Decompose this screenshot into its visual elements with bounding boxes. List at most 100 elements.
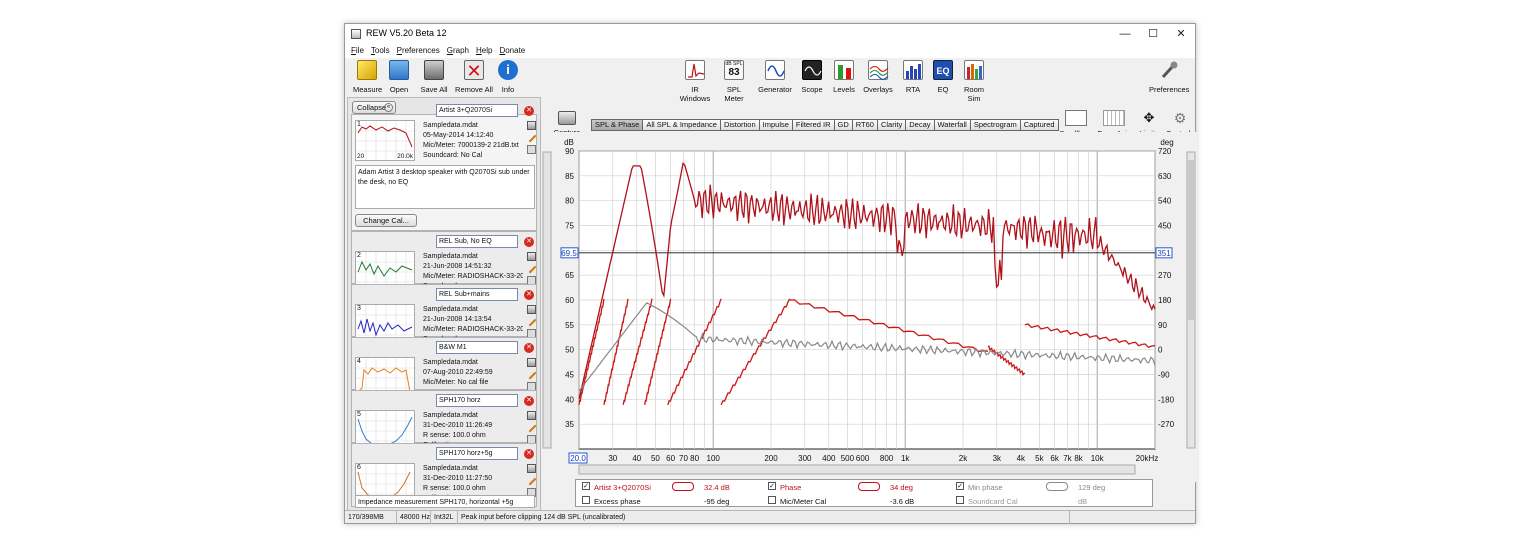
line-style-icon[interactable] (858, 482, 880, 491)
graph-tab[interactable]: RT60 (852, 119, 878, 131)
overlays-button[interactable]: Overlays (863, 60, 893, 94)
pencil-icon[interactable] (526, 132, 537, 143)
legend-checkbox[interactable]: ✓ (768, 482, 776, 490)
remove-measurement-icon[interactable]: ✕ (524, 106, 534, 116)
graph-tab[interactable]: SPL & Phase (591, 119, 644, 131)
x-tick-label: 100 (707, 454, 721, 463)
measurement-item[interactable]: B&W M1✕42020.0kSampledata.mdat07-Aug-201… (351, 337, 537, 398)
graph-icon[interactable] (527, 121, 536, 130)
menu-bar: File Tools Preferences Graph Help Donate (345, 44, 1195, 58)
collapse-button[interactable]: Collapse « (352, 101, 396, 114)
window-title: REW V5.20 Beta 12 (366, 28, 447, 38)
pencil-icon[interactable] (526, 263, 537, 274)
graph-tab[interactable]: Filtered IR (792, 119, 835, 131)
remove-all-button[interactable]: ✕ Remove All (455, 60, 493, 94)
preferences-button[interactable]: Preferences (1149, 60, 1189, 94)
measurement-thumbnail[interactable]: 1 20 20.0k (355, 120, 415, 161)
measure-button[interactable]: Measure (353, 60, 382, 94)
remove-measurement-icon[interactable]: ✕ (524, 396, 534, 406)
x-tick-label: 50 (651, 454, 660, 463)
graph-icon[interactable] (527, 252, 536, 261)
rta-button[interactable]: RTA (903, 60, 923, 94)
close-window-button[interactable]: ✕ (1167, 24, 1195, 44)
graph-icon[interactable] (527, 358, 536, 367)
levels-button[interactable]: Levels (831, 60, 857, 94)
legend-checkbox[interactable] (768, 496, 776, 504)
right-scroll-thumb[interactable] (1188, 160, 1194, 320)
horizontal-scrollbar[interactable] (578, 464, 1136, 475)
legend-checkbox[interactable] (956, 496, 964, 504)
graph-tabs: SPL & Phase All SPL & Impedance Distortion… (591, 119, 1059, 131)
scope-button[interactable]: Scope (800, 60, 824, 94)
measurement-notes[interactable]: Impedance measurement SPH170, horizontal… (355, 495, 535, 508)
graph-tab[interactable]: Captured (1020, 119, 1059, 131)
info-button[interactable]: i Info (497, 60, 519, 94)
measurement-name-field[interactable]: SPH170 horz (436, 394, 518, 407)
menu-preferences[interactable]: Preferences (397, 44, 440, 58)
line-style-icon[interactable] (672, 482, 694, 491)
y2-tick-label: 0 (1158, 346, 1163, 355)
menu-help[interactable]: Help (476, 44, 492, 58)
menu-graph[interactable]: Graph (447, 44, 469, 58)
graph-tab[interactable]: Impulse (759, 119, 793, 131)
minimize-button[interactable]: — (1111, 24, 1139, 44)
measurement-info-line: Sampledata.mdat (423, 306, 478, 313)
spl-phase-graph[interactable]: 9085807570656055504540357206305404503602… (541, 132, 1197, 482)
remove-measurement-icon[interactable]: ✕ (524, 290, 534, 300)
menu-tools[interactable]: Tools (371, 44, 390, 58)
graph-tab[interactable]: Decay (906, 119, 935, 131)
graph-tab[interactable]: Distortion (720, 119, 760, 131)
graph-icon[interactable] (527, 464, 536, 473)
x-tick-label: 800 (880, 454, 894, 463)
measurement-name-field[interactable]: SPH170 horz+5g (436, 447, 518, 460)
remove-measurement-icon[interactable]: ✕ (524, 449, 534, 459)
legend-checkbox[interactable]: ✓ (956, 482, 964, 490)
remove-measurement-icon[interactable]: ✕ (524, 237, 534, 247)
pencil-icon[interactable] (526, 475, 537, 486)
notes-icon[interactable] (527, 145, 536, 154)
graph-icon[interactable] (527, 411, 536, 420)
left-scrollbar[interactable] (542, 151, 552, 449)
open-button[interactable]: Open (387, 60, 411, 94)
scrollbars-icon (1065, 110, 1087, 126)
pencil-icon[interactable] (526, 369, 537, 380)
maximize-button[interactable]: ☐ (1139, 24, 1167, 44)
generator-button[interactable]: Generator (757, 60, 793, 94)
remove-measurement-icon[interactable]: ✕ (524, 343, 534, 353)
measurement-item[interactable]: REL Sub+mains✕3202.0kSampledata.mdat21-J… (351, 284, 537, 345)
y2-tick-label: -270 (1158, 420, 1175, 429)
measurement-notes[interactable]: Adam Artist 3 desktop speaker with Q2070… (355, 165, 535, 209)
graph-tab[interactable]: GD (834, 119, 853, 131)
room-sim-button[interactable]: Room Sim (958, 60, 990, 103)
save-all-button[interactable]: Save All (419, 60, 449, 94)
ir-windows-button[interactable]: IR Windows (676, 60, 714, 103)
measurement-name-field[interactable]: B&W M1 (436, 341, 518, 354)
menu-donate[interactable]: Donate (499, 44, 525, 58)
room-sim-icon (964, 60, 984, 80)
graph-tab[interactable]: Spectrogram (970, 119, 1021, 131)
pencil-icon[interactable] (526, 422, 537, 433)
y-tick-label: 50 (565, 346, 574, 355)
measurement-item[interactable]: Artist 3+Q2070Si ✕ 1 20 20.0k Sampledata.mdat… (351, 104, 537, 231)
eq-button[interactable]: EQ EQ (933, 60, 953, 94)
measurement-name-field[interactable]: REL Sub, No EQ (436, 235, 518, 248)
measurement-name-field[interactable]: REL Sub+mains (436, 288, 518, 301)
legend-checkbox[interactable] (582, 496, 590, 504)
pencil-icon[interactable] (526, 316, 537, 327)
measurement-item[interactable]: REL Sub, No EQ✕220200Sampledata.mdat21-J… (351, 231, 537, 292)
measurement-actions (526, 121, 537, 159)
legend-checkbox[interactable]: ✓ (582, 482, 590, 490)
graph-tab[interactable]: Waterfall (934, 119, 971, 131)
menu-file[interactable]: File (351, 44, 364, 58)
graph-tab[interactable]: Clarity (877, 119, 907, 131)
measurement-item[interactable]: SPH170 horz✕52020.0kSampledata.mdat31-De… (351, 390, 537, 451)
graph-icon[interactable] (527, 305, 536, 314)
spl-meter-button[interactable]: dB SPL 83 SPL Meter (717, 60, 751, 103)
measurement-name-field[interactable]: Artist 3+Q2070Si (436, 104, 518, 117)
graph-tab[interactable]: All SPL & Impedance (643, 119, 721, 131)
x-tick-label: 200 (764, 454, 778, 463)
change-cal-button[interactable]: Change Cal... (355, 214, 417, 227)
y2-tick-label: -180 (1158, 395, 1175, 404)
line-style-icon[interactable] (1046, 482, 1068, 491)
measurement-item[interactable]: SPH170 horz+5g✕62020.0kSampledata.mdat31… (351, 443, 537, 508)
